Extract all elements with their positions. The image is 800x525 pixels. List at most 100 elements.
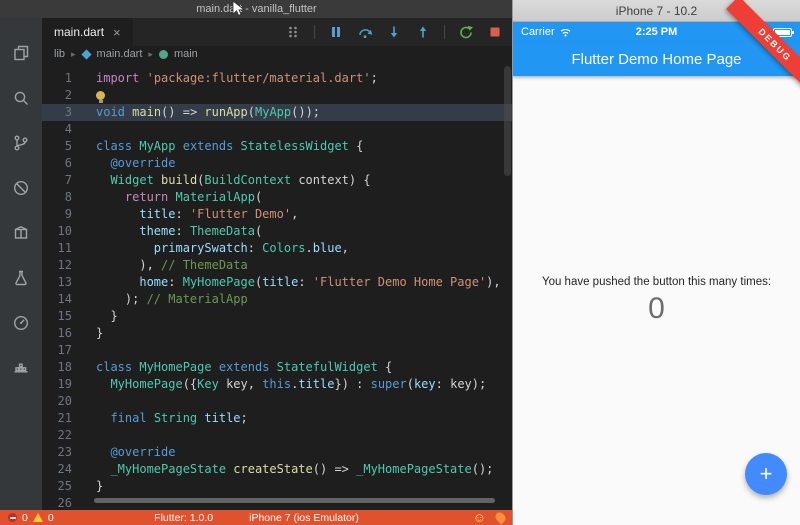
code-line[interactable]: 15 } xyxy=(42,308,513,325)
horizontal-scrollbar[interactable] xyxy=(94,498,495,503)
code-text: @override xyxy=(86,155,175,172)
line-number[interactable]: 4 xyxy=(42,121,86,138)
code-line[interactable]: 7 Widget build(BuildContext context) { xyxy=(42,172,513,189)
breadcrumb-file[interactable]: main.dart xyxy=(97,48,143,60)
code-line[interactable]: 16} xyxy=(42,325,513,342)
hot-reload-button[interactable] xyxy=(458,24,474,40)
ide-titlebar[interactable]: main.dart - vanilla_flutter xyxy=(0,0,513,18)
package-icon[interactable] xyxy=(12,224,30,242)
function-icon xyxy=(159,50,168,59)
code-line[interactable]: 12 ), // ThemeData xyxy=(42,257,513,274)
code-line[interactable]: 23 @override xyxy=(42,444,513,461)
line-number[interactable]: 9 xyxy=(42,206,86,223)
ios-simulator-window: iPhone 7 - 10.2 Carrier 2:25 PM Flutter … xyxy=(513,0,800,525)
code-line[interactable]: 17 xyxy=(42,342,513,359)
line-number[interactable]: 20 xyxy=(42,393,86,410)
code-line[interactable]: 8 return MaterialApp( xyxy=(42,189,513,206)
code-line[interactable]: 4 xyxy=(42,121,513,138)
line-number[interactable]: 17 xyxy=(42,342,86,359)
line-number[interactable]: 15 xyxy=(42,308,86,325)
app-body: You have pushed the button this many tim… xyxy=(513,76,800,525)
toolbar-divider xyxy=(314,25,315,39)
code-line[interactable]: 2 xyxy=(42,87,513,104)
vertical-scrollbar[interactable] xyxy=(504,66,511,176)
code-line[interactable]: 24 _MyHomePageState createState() => _My… xyxy=(42,461,513,478)
code-line[interactable]: 13 home: MyHomePage(title: 'Flutter Demo… xyxy=(42,274,513,291)
line-number[interactable]: 23 xyxy=(42,444,86,461)
line-number[interactable]: 1 xyxy=(42,70,86,87)
code-line[interactable]: 5class MyApp extends StatelessWidget { xyxy=(42,138,513,155)
code-text: } xyxy=(86,478,103,495)
line-number[interactable]: 11 xyxy=(42,240,86,257)
line-number[interactable]: 24 xyxy=(42,461,86,478)
line-number[interactable]: 5 xyxy=(42,138,86,155)
code-line[interactable]: 25} xyxy=(42,478,513,495)
toolbar-divider xyxy=(444,25,445,39)
code-line[interactable]: 21 final String title; xyxy=(42,410,513,427)
breadcrumb-symbol[interactable]: main xyxy=(174,48,198,60)
code-line[interactable]: 22 xyxy=(42,427,513,444)
files-icon[interactable] xyxy=(12,44,30,62)
line-number[interactable]: 12 xyxy=(42,257,86,274)
editor-panel: main.dart × xyxy=(42,18,513,510)
line-number[interactable]: 8 xyxy=(42,189,86,206)
stop-button[interactable] xyxy=(487,24,503,40)
code-line[interactable]: 20 xyxy=(42,393,513,410)
code-text: primarySwatch: Colors.blue, xyxy=(86,240,349,257)
app-bar-title: Flutter Demo Home Page xyxy=(571,51,741,68)
line-number[interactable]: 26 xyxy=(42,495,86,510)
lightbulb-icon[interactable] xyxy=(96,91,105,100)
step-over-button[interactable] xyxy=(357,24,373,40)
simulator-title: iPhone 7 - 10.2 xyxy=(616,4,697,18)
feedback-smiley-icon[interactable]: ☺ xyxy=(473,511,486,524)
code-text: return MaterialApp( xyxy=(86,189,262,206)
carrier-label: Carrier xyxy=(521,26,555,38)
line-number[interactable]: 21 xyxy=(42,410,86,427)
line-number[interactable]: 3 xyxy=(42,104,86,121)
step-out-button[interactable] xyxy=(415,24,431,40)
line-number[interactable]: 25 xyxy=(42,478,86,495)
line-number[interactable]: 14 xyxy=(42,291,86,308)
code-line[interactable]: 14 ); // MaterialApp xyxy=(42,291,513,308)
tab-main-dart[interactable]: main.dart × xyxy=(42,18,133,46)
error-count: 0 xyxy=(22,512,28,524)
step-into-button[interactable] xyxy=(386,24,402,40)
line-number[interactable]: 16 xyxy=(42,325,86,342)
breadcrumb-lib[interactable]: lib xyxy=(54,48,65,60)
editor-lines: 1import 'package:flutter/material.dart';… xyxy=(42,70,513,510)
tab-close-icon[interactable]: × xyxy=(113,25,121,40)
line-number[interactable]: 18 xyxy=(42,359,86,376)
dart-file-icon xyxy=(81,49,91,59)
line-number[interactable]: 10 xyxy=(42,223,86,240)
line-number[interactable]: 7 xyxy=(42,172,86,189)
code-line[interactable]: 19 MyHomePage({Key key, this.title}) : s… xyxy=(42,376,513,393)
code-line[interactable]: 1import 'package:flutter/material.dart'; xyxy=(42,70,513,87)
search-icon[interactable] xyxy=(12,89,30,107)
code-editor[interactable]: 1import 'package:flutter/material.dart';… xyxy=(42,62,513,510)
no-entry-icon[interactable] xyxy=(12,179,30,197)
code-line[interactable]: 10 theme: ThemeData( xyxy=(42,223,513,240)
line-number[interactable]: 6 xyxy=(42,155,86,172)
code-text: ); // MaterialApp xyxy=(86,291,248,308)
profiler-gauge-icon[interactable] xyxy=(12,314,30,332)
line-number[interactable]: 2 xyxy=(42,87,86,104)
device-label[interactable]: iPhone 7 (ios Emulator) xyxy=(249,512,359,524)
drag-handle-icon[interactable] xyxy=(285,24,301,40)
code-line[interactable]: 9 title: 'Flutter Demo', xyxy=(42,206,513,223)
fab-button[interactable]: + xyxy=(745,453,787,495)
test-flask-icon[interactable] xyxy=(12,269,30,287)
docker-icon[interactable] xyxy=(12,359,30,377)
code-line[interactable]: 11 primarySwatch: Colors.blue, xyxy=(42,240,513,257)
activity-bar xyxy=(0,18,42,510)
version-control-icon[interactable] xyxy=(12,134,30,152)
line-number[interactable]: 22 xyxy=(42,427,86,444)
code-line[interactable]: 3void main() => runApp(MyApp()); xyxy=(42,104,513,121)
pause-button[interactable] xyxy=(328,24,344,40)
code-line[interactable]: 6 @override xyxy=(42,155,513,172)
status-center: Flutter: 1.0.0 iPhone 7 (ios Emulator) xyxy=(0,512,513,524)
code-text: } xyxy=(86,325,103,342)
carrier-group: Carrier xyxy=(521,26,572,38)
line-number[interactable]: 19 xyxy=(42,376,86,393)
line-number[interactable]: 13 xyxy=(42,274,86,291)
code-line[interactable]: 18class MyHomePage extends StatefulWidge… xyxy=(42,359,513,376)
